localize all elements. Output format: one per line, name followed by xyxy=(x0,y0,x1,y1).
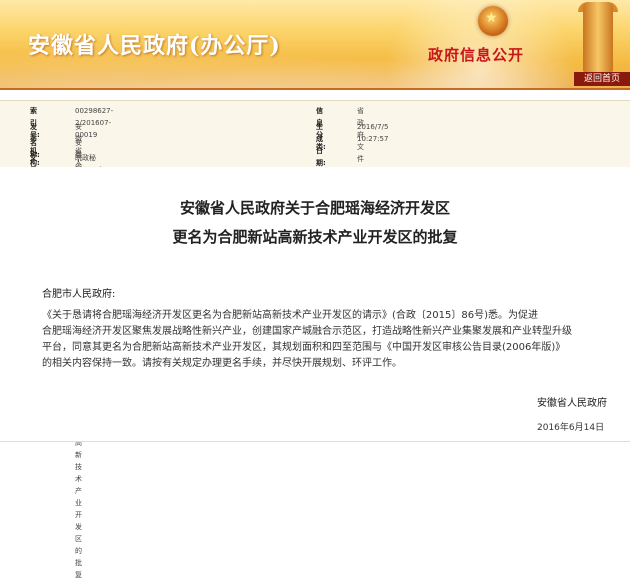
addressee: 合肥市人民政府: xyxy=(42,289,116,300)
document-title-line-2: 更名为合肥新站高新技术产业开发区的批复 xyxy=(172,228,458,246)
body-line: 的相关内容保持一致。请按有关规定办理更名手续，并尽快开展规划、环评工作。 xyxy=(42,358,402,369)
header-banner: 安徽省人民政府(办公厅) ★ 政府信息公开 返回首页 xyxy=(0,0,630,88)
issue-date: 2016年6月14日 xyxy=(537,423,605,433)
body-line: 合肥瑶海经济开发区聚焦发展战略性新兴产业，创建国家产城融合示范区，打造战略性新兴… xyxy=(42,326,572,337)
body-line: 平台，同意其更名为合肥新站高新技术产业开发区，其规划面积和四至范围与《中国开发区… xyxy=(42,342,566,353)
site-title: 安徽省人民政府(办公厅) xyxy=(28,33,281,59)
national-emblem-icon: ★ xyxy=(478,6,508,36)
body-paragraph: 《关于恳请将合肥瑶海经济开发区更名为合肥新站高新技术产业开发区的请示》(合政〔2… xyxy=(42,308,618,372)
document-title-line-1: 安徽省人民政府关于合肥瑶海经济开发区 xyxy=(179,199,450,217)
document-body: 安徽省人民政府关于合肥瑶海经济开发区 更名为合肥新站高新技术产业开发区的批复 合… xyxy=(0,167,630,442)
gov-info-open-badge: 政府信息公开 xyxy=(428,46,525,64)
huabiao-pillar-icon xyxy=(583,2,613,72)
back-home-link[interactable]: 返回首页 xyxy=(574,72,630,86)
body-line: 《关于恳请将合肥瑶海经济开发区更名为合肥新站高新技术产业开发区的请示》(合政〔2… xyxy=(42,310,538,321)
document-metadata-panel: 索 引 号: 00298627-2/201607-00019 信息分类: 省政府… xyxy=(0,100,630,579)
header-divider xyxy=(0,88,630,90)
date-value: 2016/7/5 10:27:57 xyxy=(357,123,389,143)
date-label: 生成日期: xyxy=(316,123,326,167)
signature: 安徽省人民政府 xyxy=(537,398,607,409)
